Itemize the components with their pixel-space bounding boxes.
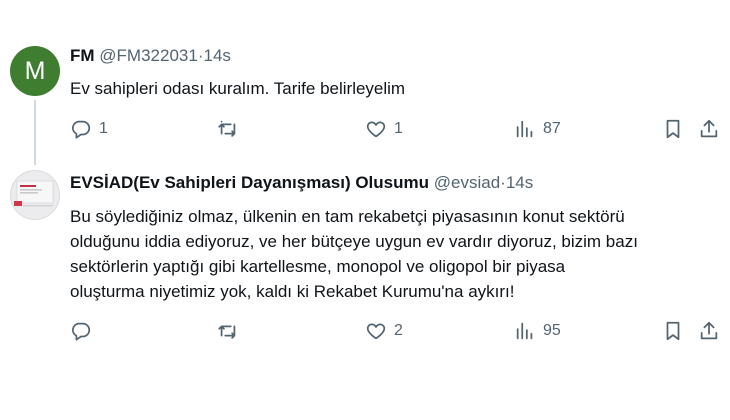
bookmark-icon [666, 321, 680, 341]
share-icon [700, 119, 718, 138]
avatar-image [11, 171, 59, 219]
share-button[interactable] [698, 114, 720, 144]
reply-count: 1 [99, 120, 108, 137]
tweet-evsiad[interactable]: EVSİAD(Ev Sahipleri Dayanışması) Olusumu… [0, 160, 730, 360]
tweet-text-line: Bu söylediğiniz olmaz, ülkenin en tam re… [70, 207, 625, 226]
author-handle[interactable]: @evsiad [434, 173, 500, 192]
views-button[interactable]: 87 [514, 114, 561, 144]
views-count: 87 [543, 120, 561, 137]
action-bar: 2 95 [70, 316, 722, 346]
reply-button[interactable]: 1 [70, 114, 108, 144]
bookmark-icon [666, 119, 680, 139]
reply-button[interactable] [70, 316, 99, 346]
author-name[interactable]: FM [70, 46, 95, 65]
views-count: 95 [543, 322, 561, 339]
tweet-text-line: olduğunu iddia ediyoruz, ve her bütçeye … [70, 232, 638, 251]
heart-icon [366, 323, 386, 340]
tweet-header: FM @FM322031·14s [70, 46, 231, 66]
share-icon [700, 321, 718, 340]
tweet-text-line: oluşturma niyetimiz yok, kaldı ki Rekabe… [70, 282, 515, 301]
avatar[interactable]: M [10, 46, 60, 96]
timestamp[interactable]: 14s [203, 46, 230, 65]
reply-icon [72, 322, 91, 341]
avatar[interactable] [10, 170, 60, 220]
views-icon [516, 120, 533, 138]
thread-line [34, 100, 36, 165]
views-button[interactable]: 95 [514, 316, 561, 346]
author-name[interactable]: EVSİAD(Ev Sahipleri Dayanışması) Olusumu [70, 173, 429, 192]
tweet-fm[interactable]: M FM @FM322031·14s Ev sahipleri odası ku… [0, 0, 730, 165]
like-button[interactable]: 1 [365, 114, 403, 144]
tweet-header: EVSİAD(Ev Sahipleri Dayanışması) Olusumu… [70, 173, 533, 193]
tweet-text-line: sektörlerin yaptığı gibi kartellesme, mo… [70, 257, 566, 276]
timestamp[interactable]: 14s [506, 173, 533, 192]
author-handle[interactable]: @FM322031 [99, 46, 198, 65]
retweet-button[interactable] [217, 114, 246, 144]
like-button[interactable]: 2 [365, 316, 403, 346]
retweet-button[interactable] [217, 316, 246, 346]
tweet-text: Bu söylediğiniz olmaz, ülkenin en tam re… [70, 204, 710, 304]
heart-icon [366, 121, 386, 138]
action-bar: 1 1 87 [70, 114, 722, 144]
views-icon [516, 322, 533, 340]
share-button[interactable] [698, 316, 720, 346]
bookmark-button[interactable] [662, 316, 684, 346]
retweet-icon [218, 120, 236, 137]
like-count: 2 [394, 322, 403, 339]
tweet-text: Ev sahipleri odası kuralım. Tarife belir… [70, 79, 406, 98]
retweet-icon [218, 325, 236, 339]
like-count: 1 [394, 120, 403, 137]
reply-icon [72, 120, 91, 139]
bookmark-button[interactable] [662, 114, 684, 144]
avatar-letter: M [24, 56, 46, 85]
